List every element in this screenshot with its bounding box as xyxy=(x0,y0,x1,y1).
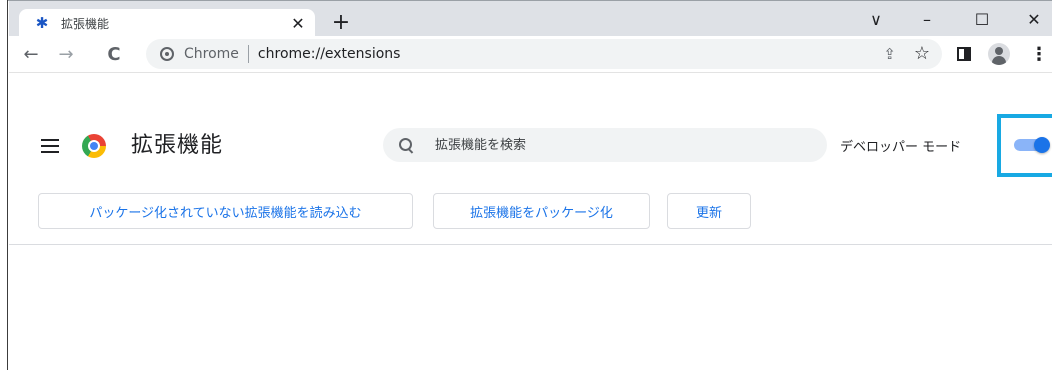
page-title: 拡張機能 xyxy=(131,133,224,158)
search-icon xyxy=(399,138,413,152)
avatar-icon xyxy=(988,43,1010,65)
chrome-logo-icon xyxy=(82,134,106,158)
tab-extensions[interactable]: ✱ 拡張機能 ✕ xyxy=(19,9,315,37)
reload-button[interactable]: C xyxy=(102,42,126,66)
tab-close-icon[interactable]: ✕ xyxy=(289,14,307,33)
update-button[interactable]: 更新 xyxy=(667,193,751,229)
share-icon[interactable]: ⇪ xyxy=(883,45,896,63)
side-panel-icon xyxy=(957,47,971,61)
hamburger-menu-button[interactable] xyxy=(41,139,59,153)
developer-mode-label: デベロッパー モード xyxy=(840,140,962,155)
highlight-box xyxy=(997,114,1052,177)
url-text[interactable]: chrome://extensions xyxy=(258,46,401,62)
load-unpacked-button[interactable]: パッケージ化されていない拡張機能を読み込む xyxy=(38,193,413,229)
back-button[interactable]: ← xyxy=(19,42,43,66)
new-tab-button[interactable]: + xyxy=(329,10,353,35)
minimize-button[interactable]: – xyxy=(904,1,950,37)
menu-kebab-icon[interactable]: ⋮ xyxy=(1027,42,1051,66)
search-input[interactable] xyxy=(433,136,797,154)
omnibox-separator xyxy=(247,45,249,63)
browser-toolbar: ← → C Chrome chrome://extensions ⇪ ☆ ⋮ xyxy=(9,36,1052,73)
chrome-site-icon xyxy=(160,47,174,61)
window-frame-left xyxy=(0,0,8,370)
bookmark-star-icon[interactable]: ☆ xyxy=(914,43,930,64)
maximize-button[interactable]: ☐ xyxy=(959,1,1005,37)
puzzle-icon: ✱ xyxy=(35,14,49,32)
developer-actions-bar: パッケージ化されていない拡張機能を読み込む 拡張機能をパッケージ化 更新 xyxy=(9,173,1052,245)
site-chip-label: Chrome xyxy=(184,46,239,62)
forward-button[interactable]: → xyxy=(54,42,78,66)
extension-search[interactable] xyxy=(383,128,827,162)
address-bar[interactable]: Chrome chrome://extensions ⇪ ☆ xyxy=(146,39,942,69)
profile-button[interactable] xyxy=(987,42,1011,66)
tab-search-dropdown-icon[interactable]: ∨ xyxy=(853,1,899,37)
close-window-button[interactable]: ✕ xyxy=(1011,1,1052,37)
tab-strip: ✱ 拡張機能 ✕ + ∨ – ☐ ✕ xyxy=(9,1,1052,37)
side-panel-button[interactable] xyxy=(952,42,976,66)
tab-title: 拡張機能 xyxy=(61,16,110,31)
pack-extension-button[interactable]: 拡張機能をパッケージ化 xyxy=(433,193,650,229)
